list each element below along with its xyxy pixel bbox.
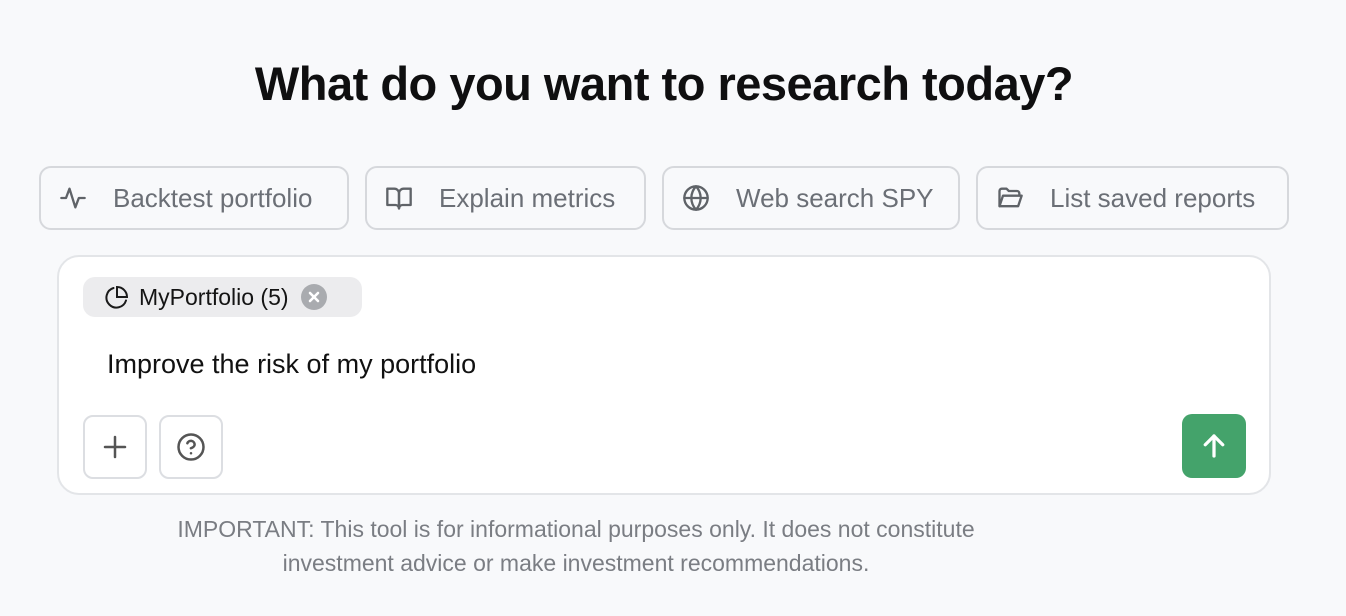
suggestion-label: Backtest portfolio [113,182,313,213]
send-button[interactable] [1182,414,1246,478]
context-attachment-pill[interactable]: MyPortfolio (5) [83,277,362,317]
suggestion-backtest-portfolio[interactable]: Backtest portfolio [39,166,349,230]
book-icon [383,182,415,214]
folder-icon [994,182,1026,214]
prompt-composer: MyPortfolio (5) Improve the risk of my p… [57,255,1271,495]
close-icon [308,291,319,303]
remove-context-button[interactable] [300,284,327,310]
activity-icon [57,182,89,214]
suggestion-list-saved-reports[interactable]: List saved reports [976,166,1289,230]
research-page: What do you want to research today? Back… [0,0,1346,616]
arrow-up-icon [1203,434,1225,458]
help-circle-icon [177,433,205,461]
help-button[interactable] [159,415,223,479]
page-title: What do you want to research today? [254,57,1074,110]
pie-chart-icon [105,284,131,310]
disclaimer-text: IMPORTANT: This tool is for informationa… [177,516,975,576]
suggestion-label: List saved reports [1050,182,1256,213]
context-label: MyPortfolio (5) [139,283,289,310]
globe-icon [680,182,712,214]
add-attachment-button[interactable] [83,415,147,479]
suggestion-explain-metrics[interactable]: Explain metrics [365,166,646,230]
suggestion-chips: Backtest portfolio Explain metrics Web s… [0,166,1346,230]
prompt-input[interactable]: Improve the risk of my portfolio [107,349,476,380]
suggestion-web-search-spy[interactable]: Web search SPY [662,166,960,230]
suggestion-label: Explain metrics [439,182,616,213]
suggestion-label: Web search SPY [736,182,934,213]
plus-icon [103,435,127,459]
